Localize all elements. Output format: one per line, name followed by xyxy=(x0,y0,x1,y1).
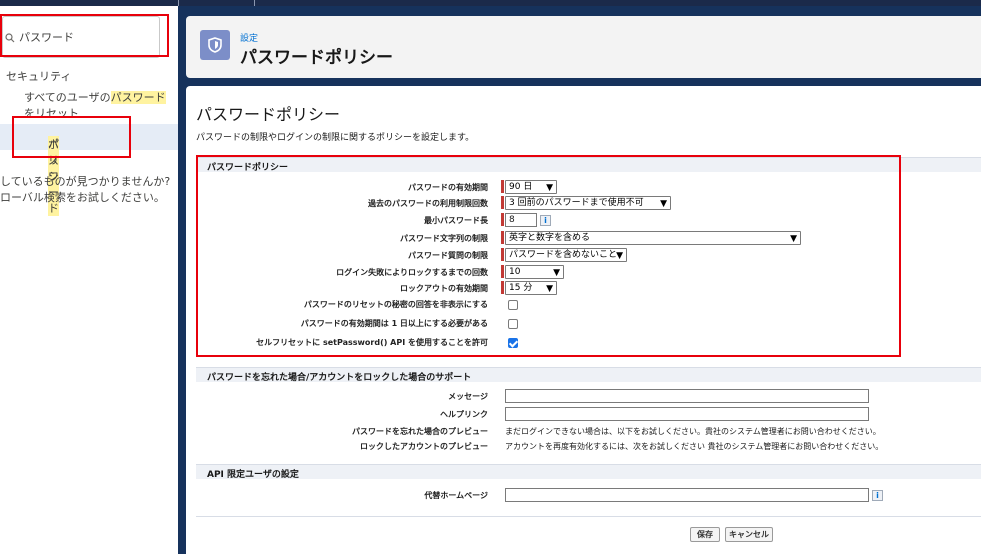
lockout-period-label: ロックアウトの有効期間 xyxy=(400,284,488,293)
message-input[interactable] xyxy=(505,389,869,403)
required-marker xyxy=(501,248,504,261)
locked-preview-text: アカウントを再度有効化するには、次をお試しください 貴社のシステム管理者にお問い… xyxy=(505,442,884,451)
sidebar-item-label: をリセット xyxy=(24,107,79,120)
required-marker xyxy=(501,231,504,244)
chevron-down-icon: ▼ xyxy=(546,284,553,294)
chevron-down-icon: ▼ xyxy=(553,268,560,278)
select-value: パスワードを含めないこと xyxy=(509,250,618,260)
min-length-label: 最小パスワード長 xyxy=(424,216,488,225)
quick-find-input[interactable] xyxy=(19,27,155,47)
sidebar-item-label: すべてのユーザの xyxy=(24,91,111,104)
required-marker xyxy=(501,213,504,226)
page-title: パスワードポリシー xyxy=(196,105,341,124)
sidebar-item-password-policies[interactable]: パスワード ポリシー xyxy=(0,124,178,216)
expiry-select[interactable]: 90 日 ▼ xyxy=(505,180,557,194)
hide-answer-checkbox[interactable] xyxy=(508,300,518,310)
chevron-down-icon: ▼ xyxy=(546,183,553,193)
shield-icon xyxy=(200,30,230,60)
min-lifetime-checkbox[interactable] xyxy=(508,319,518,329)
chevron-down-icon: ▼ xyxy=(790,234,797,244)
search-icon xyxy=(5,33,15,43)
help-link-label: ヘルプリンク xyxy=(440,410,488,419)
required-marker xyxy=(501,180,504,193)
help-line: しているものが見つかりませんか? xyxy=(0,175,171,188)
setpassword-checkbox[interactable] xyxy=(508,338,518,348)
quick-find-box[interactable] xyxy=(2,16,160,58)
alt-home-label: 代替ホームページ xyxy=(424,491,488,500)
global-search-link[interactable]: ローバル検索をお試しください。 xyxy=(0,190,176,206)
required-marker xyxy=(501,281,504,294)
complexity-select[interactable]: 英字と数字を含める ▼ xyxy=(505,231,801,245)
section-title: API 限定ユーザの設定 xyxy=(207,470,299,480)
sidebar-help-text: しているものが見つかりませんか? ローバル検索をお試しください。 xyxy=(0,174,176,206)
section-header-api-users: API 限定ユーザの設定 xyxy=(196,464,981,480)
cancel-button[interactable]: キャンセル xyxy=(725,527,773,542)
select-value: 90 日 xyxy=(509,182,533,192)
section-header-forgot-password: パスワードを忘れた場合/アカウントをロックした場合のサポート xyxy=(196,367,981,383)
hide-answer-label: パスワードのリセットの秘密の回答を非表示にする xyxy=(303,300,488,309)
section-title: パスワードポリシー xyxy=(207,163,289,173)
save-button[interactable]: 保存 xyxy=(690,527,720,542)
sidebar-section-security[interactable]: セキュリティ xyxy=(6,68,71,84)
info-icon[interactable]: i xyxy=(540,215,551,226)
select-value: 15 分 xyxy=(509,283,533,293)
page-header-title: パスワードポリシー xyxy=(240,48,393,68)
select-value: 10 xyxy=(509,267,521,277)
search-highlight: パスワード xyxy=(110,91,166,104)
question-label: パスワード質問の制限 xyxy=(408,251,488,260)
forgot-preview-label: パスワードを忘れた場合のプレビュー xyxy=(352,427,488,436)
lockout-period-select[interactable]: 15 分 ▼ xyxy=(505,281,557,295)
select-value: 3 回前のパスワードまで使用不可 xyxy=(509,198,644,208)
page-description: パスワードの制限やログインの制限に関するポリシーを設定します。 xyxy=(196,133,475,143)
setup-sidebar: セキュリティ すべてのユーザのパスワードをリセット パスワードポリシー している… xyxy=(0,6,178,554)
locked-preview-label: ロックしたアカウントのプレビュー xyxy=(360,442,488,451)
help-link-input[interactable] xyxy=(505,407,869,421)
chevron-down-icon: ▼ xyxy=(660,199,667,209)
divider xyxy=(196,516,981,517)
question-select[interactable]: パスワードを含めないこと ▼ xyxy=(505,248,627,262)
page-header: 設定 パスワードポリシー xyxy=(186,16,981,78)
alt-home-input[interactable] xyxy=(505,488,869,502)
expiry-label: パスワードの有効期間 xyxy=(408,183,488,192)
required-marker xyxy=(501,196,504,209)
info-icon[interactable]: i xyxy=(872,490,883,501)
lockout-attempts-select[interactable]: 10 ▼ xyxy=(505,265,564,279)
setpassword-label: セルフリセットに setPassword() API を使用することを許可 xyxy=(256,338,488,347)
chevron-down-icon: ▼ xyxy=(616,251,623,261)
section-header-password-policy: パスワードポリシー xyxy=(196,157,981,173)
select-value: 英字と数字を含める xyxy=(509,233,591,243)
lockout-attempts-label: ログイン失敗によりロックするまでの回数 xyxy=(336,268,488,277)
history-select[interactable]: 3 回前のパスワードまで使用不可 ▼ xyxy=(505,196,671,210)
min-lifetime-label: パスワードの有効期間は 1 日以上にする必要がある xyxy=(300,319,488,328)
section-title: パスワードを忘れた場合/アカウントをロックした場合のサポート xyxy=(207,373,472,383)
forgot-preview-text: まだログインできない場合は、以下をお試しください。貴社のシステム管理者にお問い合… xyxy=(505,427,881,436)
min-length-input[interactable]: 8 xyxy=(505,213,537,227)
message-label: メッセージ xyxy=(448,392,488,401)
history-label: 過去のパスワードの利用制限回数 xyxy=(368,199,488,208)
sidebar-item-reset-all-passwords[interactable]: すべてのユーザのパスワードをリセット xyxy=(24,90,174,122)
required-marker xyxy=(501,265,504,278)
complexity-label: パスワード文字列の制限 xyxy=(400,234,488,243)
